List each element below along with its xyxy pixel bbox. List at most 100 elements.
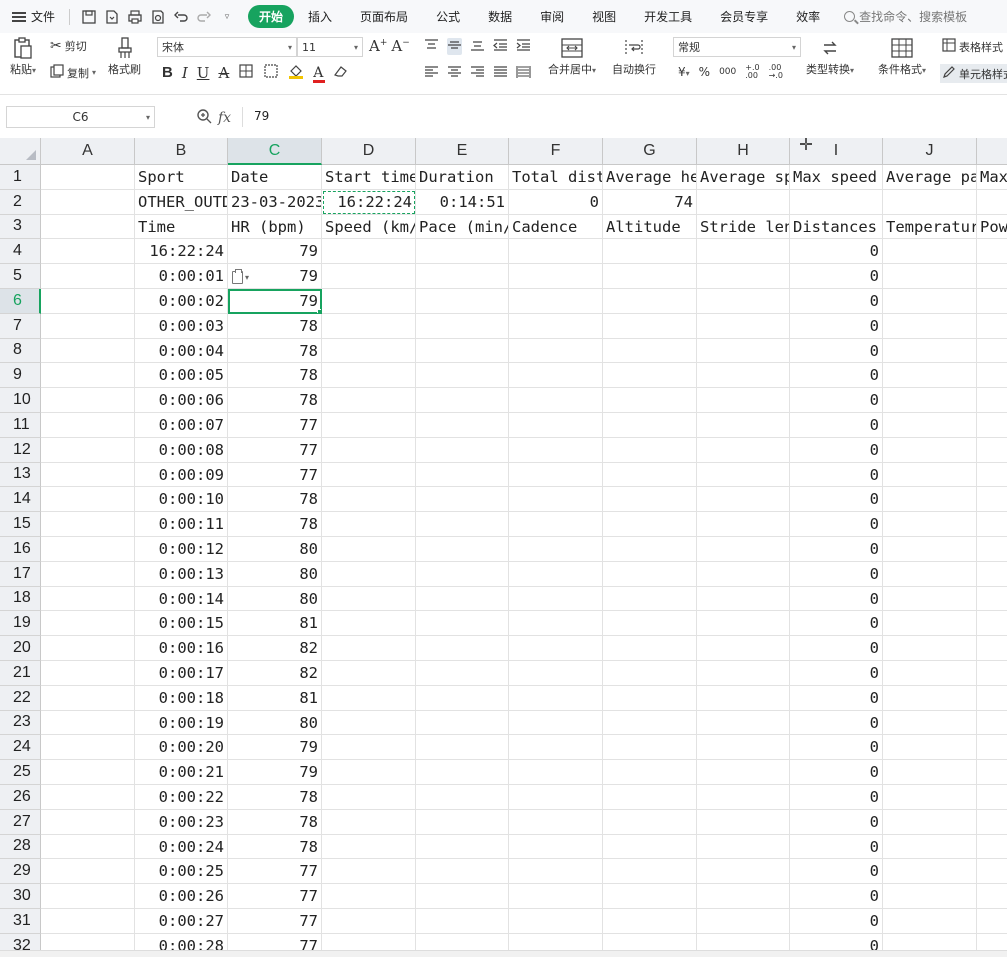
- cell-k10[interactable]: [977, 388, 1007, 413]
- cell-k22[interactable]: [977, 686, 1007, 711]
- cell-f17[interactable]: [509, 561, 603, 587]
- cell-h31[interactable]: [697, 909, 790, 934]
- number-format-select[interactable]: 常规 ▾: [673, 37, 801, 57]
- cell-g26[interactable]: [603, 785, 697, 810]
- fill-pattern-icon[interactable]: [263, 63, 279, 82]
- cell-f9[interactable]: [509, 363, 603, 389]
- currency-icon[interactable]: ¥▾: [678, 65, 690, 79]
- cell-g23[interactable]: [603, 710, 697, 736]
- cell-c6[interactable]: 79: [228, 289, 322, 314]
- cell-g6[interactable]: [603, 289, 697, 314]
- cell-d13[interactable]: [322, 462, 416, 488]
- cell-f5[interactable]: [509, 264, 603, 289]
- cell-k28[interactable]: [977, 835, 1007, 860]
- cell-a17[interactable]: [41, 561, 135, 587]
- cell-c23[interactable]: 80: [228, 710, 322, 736]
- cell-f8[interactable]: [509, 338, 603, 364]
- row-header-24[interactable]: 24: [0, 735, 41, 761]
- cell-f22[interactable]: [509, 685, 603, 711]
- cell-g17[interactable]: [603, 561, 697, 587]
- align-right-icon[interactable]: [470, 65, 485, 82]
- cell-d30[interactable]: [322, 884, 416, 909]
- cell-h10[interactable]: [697, 388, 790, 413]
- cell-e11[interactable]: [416, 413, 509, 438]
- cell-j1[interactable]: Average pace: [883, 165, 977, 190]
- cell-e31[interactable]: [416, 909, 509, 934]
- cell-i22[interactable]: 0: [790, 685, 883, 711]
- cell-f12[interactable]: [509, 437, 603, 463]
- cell-b1[interactable]: Sport: [135, 165, 228, 190]
- cell-d21[interactable]: [322, 661, 416, 686]
- cell-a22[interactable]: [41, 685, 135, 711]
- cell-j11[interactable]: [883, 413, 977, 438]
- cell-e14[interactable]: [416, 487, 509, 513]
- cell-k4[interactable]: [977, 239, 1007, 265]
- row-header-15[interactable]: 15: [0, 512, 41, 537]
- redo-icon[interactable]: [195, 8, 213, 26]
- cell-f23[interactable]: [509, 710, 603, 736]
- row-header-29[interactable]: 29: [0, 859, 41, 885]
- distributed-align-icon[interactable]: [516, 65, 531, 82]
- cell-j25[interactable]: [883, 760, 977, 785]
- row-header-16[interactable]: 16: [0, 537, 41, 562]
- cell-i11[interactable]: 0: [790, 413, 883, 438]
- zoom-formula-icon[interactable]: [196, 108, 212, 127]
- cell-g29[interactable]: [603, 859, 697, 885]
- cell-j5[interactable]: [883, 264, 977, 289]
- cell-g25[interactable]: [603, 760, 697, 785]
- column-header-h[interactable]: H: [697, 138, 790, 165]
- row-header-17[interactable]: 17: [0, 561, 41, 587]
- decrease-font-icon[interactable]: A−: [391, 37, 409, 55]
- cell-b30[interactable]: 0:00:26: [135, 884, 228, 909]
- cell-b2[interactable]: OTHER_OUTDOOR: [135, 189, 228, 215]
- cell-i12[interactable]: 0: [790, 437, 883, 463]
- cell-i20[interactable]: 0: [790, 636, 883, 661]
- tab-insert[interactable]: 插入: [294, 8, 346, 25]
- copy-button[interactable]: 复制 ▾: [50, 64, 96, 81]
- cell-b19[interactable]: 0:00:15: [135, 611, 228, 637]
- cell-j12[interactable]: [883, 437, 977, 463]
- row-header-28[interactable]: 28: [0, 834, 41, 860]
- command-search[interactable]: 查找命令、搜索模板: [844, 8, 967, 25]
- cell-g10[interactable]: [603, 388, 697, 413]
- cell-a5[interactable]: [41, 264, 135, 289]
- cell-i27[interactable]: 0: [790, 809, 883, 835]
- cell-d24[interactable]: [322, 735, 416, 761]
- cell-k27[interactable]: [977, 810, 1007, 835]
- cell-d20[interactable]: [322, 636, 416, 661]
- cell-g3[interactable]: Altitude: [603, 214, 697, 240]
- cell-i26[interactable]: 0: [790, 785, 883, 810]
- cell-a20[interactable]: [41, 636, 135, 661]
- cell-k13[interactable]: [977, 463, 1007, 488]
- row-header-20[interactable]: 20: [0, 636, 41, 661]
- type-convert-button[interactable]: 类型转换▾: [806, 37, 854, 77]
- customize-toolbar-icon[interactable]: ▿: [218, 8, 236, 26]
- cell-f10[interactable]: [509, 388, 603, 413]
- cell-d29[interactable]: [322, 859, 416, 885]
- cell-f2[interactable]: 0: [509, 189, 603, 215]
- horizontal-scrollbar[interactable]: [0, 950, 1007, 957]
- cell-c22[interactable]: 81: [228, 685, 322, 711]
- cell-e28[interactable]: [416, 834, 509, 860]
- cell-b23[interactable]: 0:00:19: [135, 710, 228, 736]
- cell-b14[interactable]: 0:00:10: [135, 487, 228, 513]
- cell-d6[interactable]: [322, 289, 416, 314]
- row-header-8[interactable]: 8: [0, 338, 41, 364]
- column-header-f[interactable]: F: [509, 138, 603, 165]
- cell-f24[interactable]: [509, 735, 603, 761]
- cell-c30[interactable]: 77: [228, 884, 322, 909]
- cell-j24[interactable]: [883, 735, 977, 761]
- cell-c21[interactable]: 82: [228, 661, 322, 686]
- cell-h28[interactable]: [697, 834, 790, 860]
- cell-i18[interactable]: 0: [790, 586, 883, 612]
- cell-j13[interactable]: [883, 462, 977, 488]
- cell-d31[interactable]: [322, 909, 416, 934]
- cell-j23[interactable]: [883, 710, 977, 736]
- cell-d17[interactable]: [322, 561, 416, 587]
- format-painter-button[interactable]: 格式刷: [108, 37, 141, 77]
- align-middle-icon[interactable]: [447, 38, 462, 55]
- cell-j27[interactable]: [883, 809, 977, 835]
- file-menu[interactable]: 文件: [0, 0, 65, 33]
- cell-b28[interactable]: 0:00:24: [135, 834, 228, 860]
- cell-j22[interactable]: [883, 685, 977, 711]
